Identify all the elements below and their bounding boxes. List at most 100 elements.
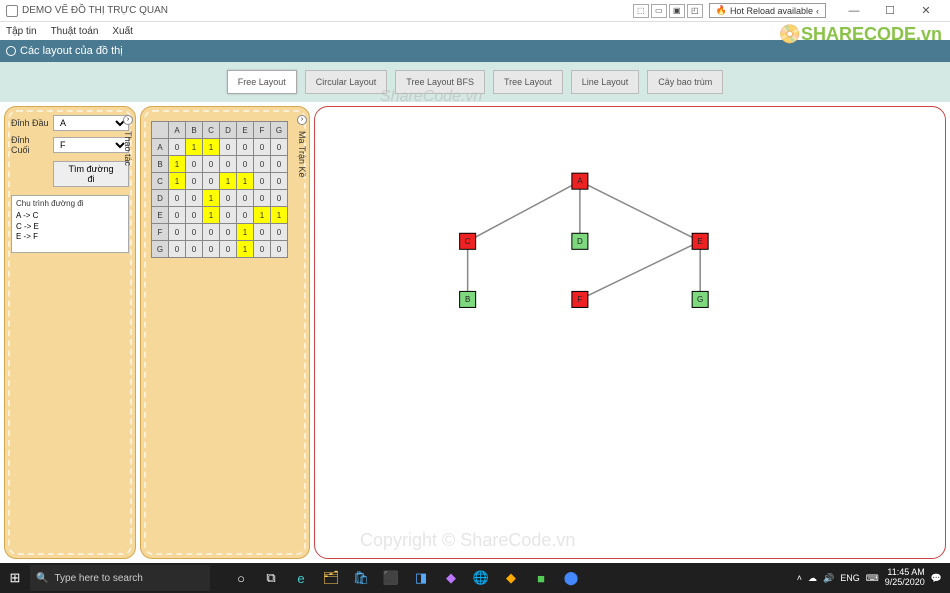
close-button[interactable]: ✕	[908, 0, 944, 22]
taskview-icon[interactable]: ⧉	[260, 567, 282, 589]
matrix-cell: 0	[169, 224, 186, 241]
tool-icon[interactable]: ⬚	[633, 4, 649, 18]
graph-edge	[580, 181, 700, 241]
edge-icon[interactable]: e	[290, 567, 312, 589]
matrix-cell: 1	[203, 207, 220, 224]
search-icon: 🔍	[36, 573, 48, 584]
matrix-cell: 1	[220, 173, 237, 190]
matrix-cell: 0	[271, 224, 288, 241]
matrix-cell: 1	[237, 173, 254, 190]
matrix-cell: 0	[220, 224, 237, 241]
matrix-cell: 0	[237, 156, 254, 173]
matrix-cell: 0	[186, 173, 203, 190]
tool-icon[interactable]: ▣	[669, 4, 685, 18]
find-path-button[interactable]: Tìm đường đi	[53, 161, 129, 187]
matrix-cell: 0	[169, 207, 186, 224]
tray-keyboard-icon[interactable]: ⌨	[866, 573, 879, 584]
start-vertex-select[interactable]: A	[53, 115, 129, 131]
maximize-button[interactable]: ☐	[872, 0, 908, 22]
path-result-box: Chu trình đường đi A -> C C -> E E -> F	[11, 195, 129, 253]
matrix-cell: 0	[254, 224, 271, 241]
panel-toggle-icon[interactable]: ›	[123, 115, 133, 125]
notification-icon[interactable]: 💬	[931, 573, 942, 584]
matrix-cell: 0	[220, 139, 237, 156]
matrix-cell: 0	[220, 156, 237, 173]
window-title: DEMO VẼ ĐỒ THỊ TRỰC QUAN	[22, 5, 168, 16]
taskbar-search[interactable]: 🔍 Type here to search	[30, 565, 210, 591]
start-button[interactable]: ⊞	[0, 570, 30, 586]
operations-panel: › Thao tác Đỉnh Đầu A Đỉnh Cuối F Tìm đư…	[4, 106, 136, 559]
layout-btn-tree-bfs[interactable]: Tree Layout BFS	[395, 70, 485, 94]
explorer-icon[interactable]: 🗂	[320, 567, 342, 589]
system-tray[interactable]: ˄ ☁ 🔊 ENG ⌨ 11:45 AM 9/25/2020 💬	[789, 568, 950, 588]
graph-canvas[interactable]: ACDEBFG	[314, 106, 946, 559]
matrix-cell: 0	[254, 190, 271, 207]
matrix-cell: 1	[203, 190, 220, 207]
matrix-cell: 0	[254, 139, 271, 156]
path-line: C -> E	[16, 222, 124, 232]
matrix-cell: 0	[186, 207, 203, 224]
matrix-cell: 0	[254, 156, 271, 173]
menu-item-file[interactable]: Tập tin	[6, 26, 37, 37]
tray-chevron-icon[interactable]: ˄	[797, 573, 802, 583]
panel-toggle-icon[interactable]: ›	[297, 115, 307, 125]
start-label: Đỉnh Đầu	[11, 118, 49, 128]
collapse-icon[interactable]	[6, 46, 16, 56]
menu-item-algorithm[interactable]: Thuật toán	[51, 26, 99, 37]
menu-item-export[interactable]: Xuất	[112, 26, 133, 37]
matrix-cell: 0	[254, 173, 271, 190]
section-header: Các layout của đồ thị	[0, 40, 950, 62]
cortana-icon[interactable]: ○	[230, 567, 252, 589]
hot-reload-badge[interactable]: 🔥Hot Reload available‹	[709, 3, 826, 18]
graph-node-label: B	[465, 295, 470, 304]
matrix-cell: 0	[271, 190, 288, 207]
debug-toolbar: ⬚ ▭ ▣ ◰ 🔥Hot Reload available‹	[633, 3, 826, 18]
layout-btn-spanning[interactable]: Cây bao trùm	[647, 70, 723, 94]
store-icon[interactable]: 🛍	[350, 567, 372, 589]
vs-icon[interactable]: ◆	[440, 567, 462, 589]
matrix-cell: 1	[203, 139, 220, 156]
matrix-panel: › Ma Trận Kề ABCDEFGA0110000B1000000C100…	[140, 106, 310, 559]
vscode-icon[interactable]: ◨	[410, 567, 432, 589]
matrix-cell: 0	[186, 156, 203, 173]
window-titlebar: DEMO VẼ ĐỒ THỊ TRỰC QUAN ⬚ ▭ ▣ ◰ 🔥Hot Re…	[0, 0, 950, 22]
matrix-cell: 1	[186, 139, 203, 156]
layout-btn-free[interactable]: Free Layout	[227, 70, 297, 94]
graph-node-label: G	[697, 295, 703, 304]
end-vertex-select[interactable]: F	[53, 137, 129, 153]
matrix-cell: 0	[186, 241, 203, 258]
matrix-cell: 0	[237, 139, 254, 156]
layout-btn-line[interactable]: Line Layout	[571, 70, 640, 94]
matrix-cell: 0	[271, 156, 288, 173]
app-icon[interactable]: ⬛	[380, 567, 402, 589]
tool-icon[interactable]: ▭	[651, 4, 667, 18]
search-placeholder: Type here to search	[54, 573, 142, 584]
tray-icon[interactable]: 🔊	[823, 573, 834, 584]
end-label: Đỉnh Cuối	[11, 135, 49, 155]
graph-node-label: E	[697, 237, 702, 246]
tray-icon[interactable]: ☁	[808, 573, 817, 584]
app-icon[interactable]: ◆	[500, 567, 522, 589]
matrix-cell: 0	[254, 241, 271, 258]
path-line: A -> C	[16, 211, 124, 221]
matrix-cell: 0	[220, 190, 237, 207]
taskbar-clock[interactable]: 11:45 AM 9/25/2020	[885, 568, 925, 588]
matrix-cell: 1	[169, 173, 186, 190]
matrix-cell: 0	[186, 190, 203, 207]
layout-btn-tree[interactable]: Tree Layout	[493, 70, 563, 94]
tool-icon[interactable]: ◰	[687, 4, 703, 18]
minimize-button[interactable]: —	[836, 0, 872, 22]
path-line: E -> F	[16, 232, 124, 242]
chrome-icon[interactable]: 🌐	[470, 567, 492, 589]
menubar: Tập tin Thuật toán Xuất	[0, 22, 950, 40]
app-icon[interactable]: ■	[530, 567, 552, 589]
layout-button-row: Free Layout Circular Layout Tree Layout …	[0, 62, 950, 102]
matrix-cell: 0	[220, 241, 237, 258]
app-icon	[6, 5, 18, 17]
matrix-cell: 0	[237, 207, 254, 224]
app-icon[interactable]: ⬤	[560, 567, 582, 589]
matrix-cell: 1	[237, 224, 254, 241]
layout-btn-circular[interactable]: Circular Layout	[305, 70, 388, 94]
tray-lang[interactable]: ENG	[840, 573, 860, 583]
graph-node-label: C	[465, 237, 471, 246]
